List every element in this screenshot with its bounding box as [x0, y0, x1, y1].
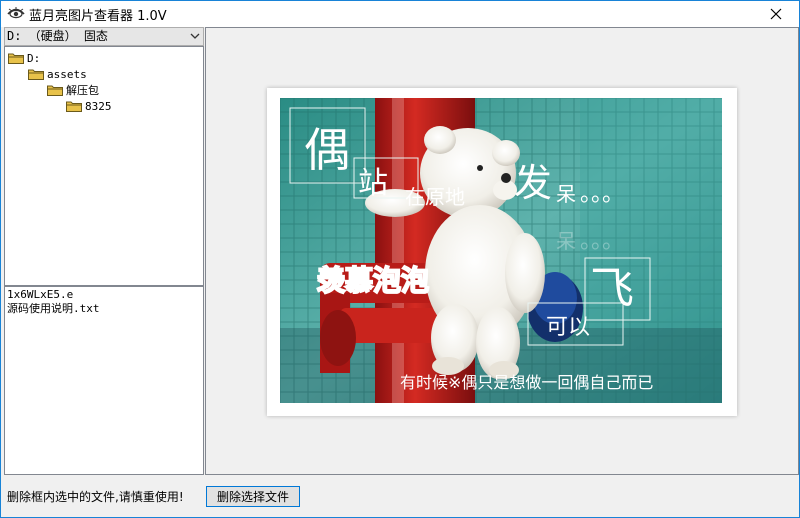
- drive-select[interactable]: D: （硬盘） 固态: [4, 27, 204, 46]
- tree-item-label: D:: [27, 51, 41, 65]
- delete-button[interactable]: 删除选择文件: [206, 486, 300, 507]
- photo-text: 站: [358, 166, 388, 201]
- photo-text: 有时候※偶只是想做一回偶自己而已: [400, 373, 653, 392]
- folder-icon: [47, 85, 63, 96]
- tree-item-drive[interactable]: D:: [8, 50, 40, 66]
- status-bar: 删除框内选中的文件,请慎重使用! 删除选择文件: [2, 475, 799, 517]
- folder-icon: [28, 69, 44, 80]
- photo-text: 可以: [546, 315, 590, 340]
- tree-item-label: assets: [47, 67, 87, 81]
- app-window: 蓝月亮图片查看器 1.0V D: （硬盘） 固态 D: assets 解压包 8…: [0, 0, 800, 518]
- tree-item-label: 解压包: [66, 84, 99, 97]
- window-title: 蓝月亮图片查看器 1.0V: [29, 9, 167, 24]
- eye-icon: [7, 7, 25, 19]
- folder-icon: [8, 53, 24, 64]
- tree-item-label: 8325: [85, 99, 112, 113]
- photo-text: 发: [514, 161, 552, 205]
- file-item[interactable]: 1x6WLxE5.e: [7, 288, 201, 302]
- photo-text: 呆: [556, 182, 576, 206]
- teddy-bear-photo: 偶 站 在原地 发 呆 。。。 呆 。。。 羡慕泡泡 飞 可以 有时候※偶只是想…: [280, 98, 722, 403]
- tree-item-extract[interactable]: 解压包: [47, 82, 99, 98]
- folder-icon: [66, 101, 82, 112]
- photo-text-reflection: 呆: [556, 229, 576, 253]
- photo-text-reflection: 。。。: [580, 229, 624, 254]
- warning-text: 删除框内选中的文件,请慎重使用!: [7, 490, 184, 504]
- image-viewer: 偶 站 在原地 发 呆 。。。 呆 。。。 羡慕泡泡 飞 可以 有时候※偶只是想…: [205, 27, 799, 475]
- file-item[interactable]: 源码使用说明.txt: [7, 302, 201, 316]
- tree-item-assets[interactable]: assets: [28, 66, 87, 82]
- tree-item-8325[interactable]: 8325: [66, 98, 112, 114]
- photo-text: 。。。: [580, 182, 624, 207]
- close-icon: [770, 8, 782, 20]
- chevron-down-icon: [190, 33, 200, 39]
- close-button[interactable]: [753, 1, 799, 27]
- file-list[interactable]: 1x6WLxE5.e 源码使用说明.txt: [4, 286, 204, 475]
- photo-text: 飞: [590, 263, 634, 314]
- drive-select-value: D: （硬盘） 固态: [7, 29, 108, 43]
- photo-frame: 偶 站 在原地 发 呆 。。。 呆 。。。 羡慕泡泡 飞 可以 有时候※偶只是想…: [267, 88, 737, 416]
- title-bar: 蓝月亮图片查看器 1.0V: [1, 1, 799, 27]
- directory-tree[interactable]: D: assets 解压包 8325: [4, 46, 204, 286]
- photo-text: 羡慕泡泡: [317, 264, 429, 297]
- photo-text: 在原地: [405, 185, 465, 209]
- photo-text: 偶: [304, 123, 350, 177]
